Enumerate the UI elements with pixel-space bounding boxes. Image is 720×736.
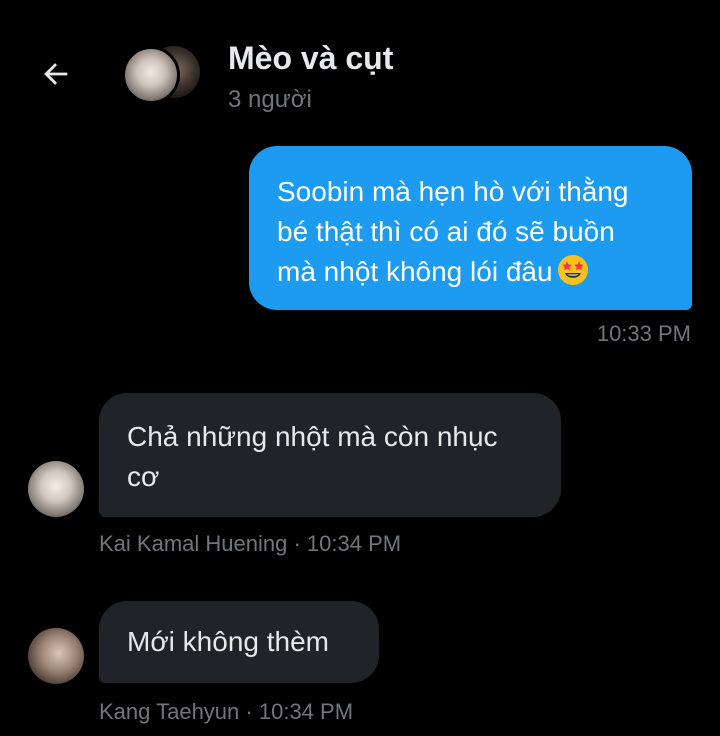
meta-separator: ·	[245, 699, 253, 724]
sender-name: Kai Kamal Huening	[99, 531, 288, 556]
star-struck-emoji	[557, 255, 588, 285]
message-timestamp: 10:33 PM	[596, 321, 691, 346]
message-line: mà nhột không lói đâu	[277, 252, 664, 292]
back-button[interactable]	[34, 52, 78, 96]
avatar[interactable]	[28, 461, 84, 517]
avatar[interactable]	[28, 628, 84, 684]
conversation-title[interactable]: Mèo và cụt	[228, 40, 393, 77]
message-bubble-received[interactable]: Chả những nhột mà còn nhục cơ	[99, 393, 561, 517]
message-line: Chả những nhột mà còn nhục	[127, 421, 498, 452]
message-timestamp: 10:34 PM	[258, 699, 354, 724]
message-text: Mới không thèm	[127, 626, 330, 657]
message-meta: Kai Kamal Huening · 10:34 PM	[99, 531, 401, 557]
message-meta: Kang Taehyun · 10:34 PM	[99, 699, 353, 725]
message-line: bé thật thì có ai đó sẽ buồn	[277, 216, 615, 247]
arrow-left-icon	[44, 63, 68, 85]
member-count: 3 người	[228, 86, 312, 113]
meta-separator: ·	[293, 531, 301, 556]
sender-name: Kang Taehyun	[99, 699, 240, 724]
message-line: cơ	[127, 461, 160, 492]
message-bubble-received[interactable]: Mới không thèm	[99, 601, 379, 683]
message-line: Soobin mà hẹn hò với thằng	[277, 176, 629, 207]
message-timestamp: 10:34 PM	[306, 531, 402, 556]
group-avatar[interactable]	[122, 46, 202, 104]
message-bubble-sent[interactable]: Soobin mà hẹn hò với thằng bé thật thì c…	[249, 146, 692, 310]
member-avatar	[122, 46, 180, 104]
message-line-text: mà nhột không lói đâu	[277, 256, 553, 287]
